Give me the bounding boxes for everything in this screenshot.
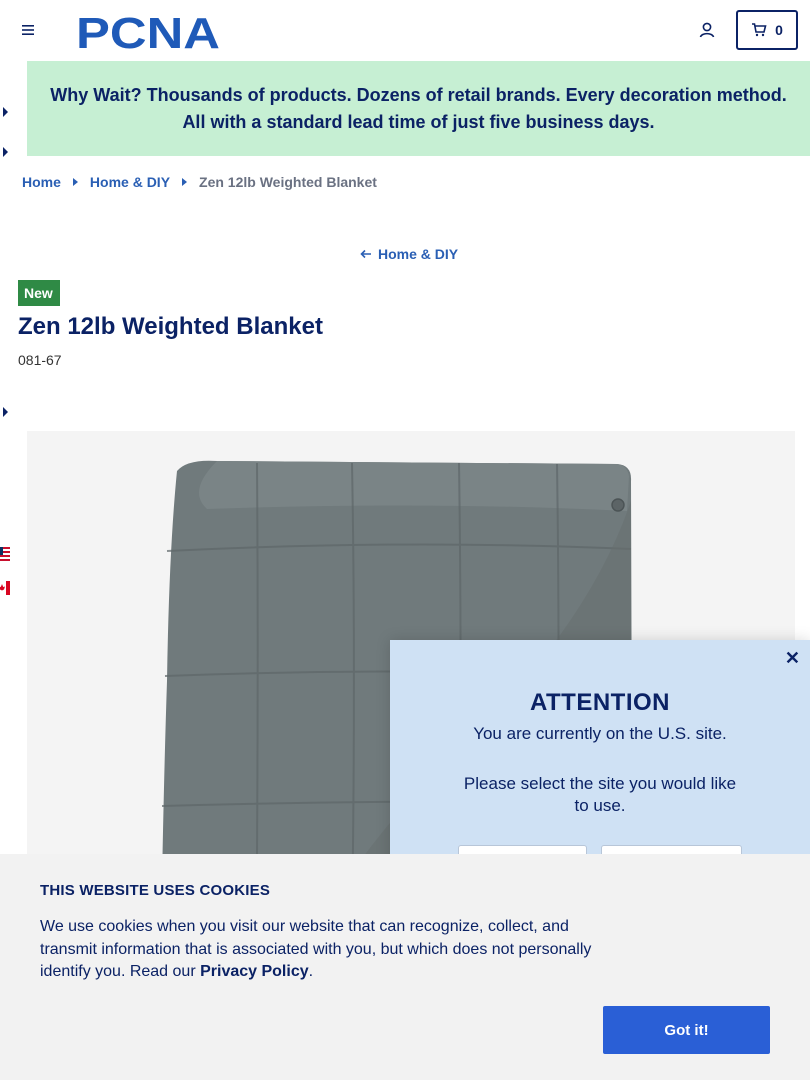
pcna-logo[interactable]: PCNA	[76, 11, 226, 51]
cookie-message: We use cookies when you visit our websit…	[40, 916, 600, 984]
product-sku: 081-67	[18, 352, 62, 368]
accept-cookies-button[interactable]: Got it!	[603, 1006, 770, 1054]
rail-expand-arrow-3[interactable]	[3, 407, 8, 417]
privacy-policy-link[interactable]: Privacy Policy	[200, 963, 309, 980]
hamburger-icon[interactable]	[20, 22, 36, 38]
user-icon[interactable]	[698, 21, 716, 39]
promo-text: Why Wait? Thousands of products. Dozens …	[50, 84, 787, 132]
attention-current-site: You are currently on the U.S. site.	[473, 724, 727, 743]
attention-title: ATTENTION	[529, 689, 671, 716]
back-link-label: Home & DIY	[378, 246, 459, 262]
attention-select-prompt: Please select the site you would like to…	[463, 774, 737, 815]
us-flag-icon[interactable]	[0, 547, 10, 561]
arrow-left-icon	[360, 249, 371, 259]
site-selection-modal: ✕ ATTENTION You are currently on the U.S…	[390, 640, 810, 875]
breadcrumb-category[interactable]: Home & DIY	[90, 174, 170, 190]
canada-flag-icon[interactable]	[0, 581, 10, 595]
breadcrumb-current: Zen 12lb Weighted Blanket	[199, 174, 377, 190]
cart-icon	[752, 23, 767, 37]
close-icon[interactable]: ✕	[785, 648, 800, 669]
back-to-category-link[interactable]: Home & DIY	[360, 246, 458, 262]
breadcrumb-home[interactable]: Home	[22, 174, 61, 190]
cookie-title: THIS WEBSITE USES COOKIES	[40, 882, 271, 899]
breadcrumb-separator-icon	[182, 178, 188, 186]
cart-button[interactable]: 0	[736, 10, 798, 50]
cookie-banner: THIS WEBSITE USES COOKIES We use cookies…	[0, 854, 810, 1080]
breadcrumb: Home Home & DIY Zen 12lb Weighted Blanke…	[22, 174, 377, 190]
product-title: Zen 12lb Weighted Blanket	[18, 313, 323, 340]
promo-banner: Why Wait? Thousands of products. Dozens …	[27, 61, 810, 156]
new-badge: New	[18, 280, 60, 306]
rail-expand-arrow-1[interactable]	[3, 107, 8, 117]
cart-count: 0	[775, 22, 783, 38]
rail-expand-arrow-2[interactable]	[3, 147, 8, 157]
site-header: PCNA 0	[0, 0, 810, 61]
cookie-body-end: .	[308, 963, 314, 980]
cookie-body-text: We use cookies when you visit our websit…	[40, 918, 592, 980]
logo-text: PCNA	[76, 11, 220, 51]
breadcrumb-separator-icon	[72, 178, 78, 186]
